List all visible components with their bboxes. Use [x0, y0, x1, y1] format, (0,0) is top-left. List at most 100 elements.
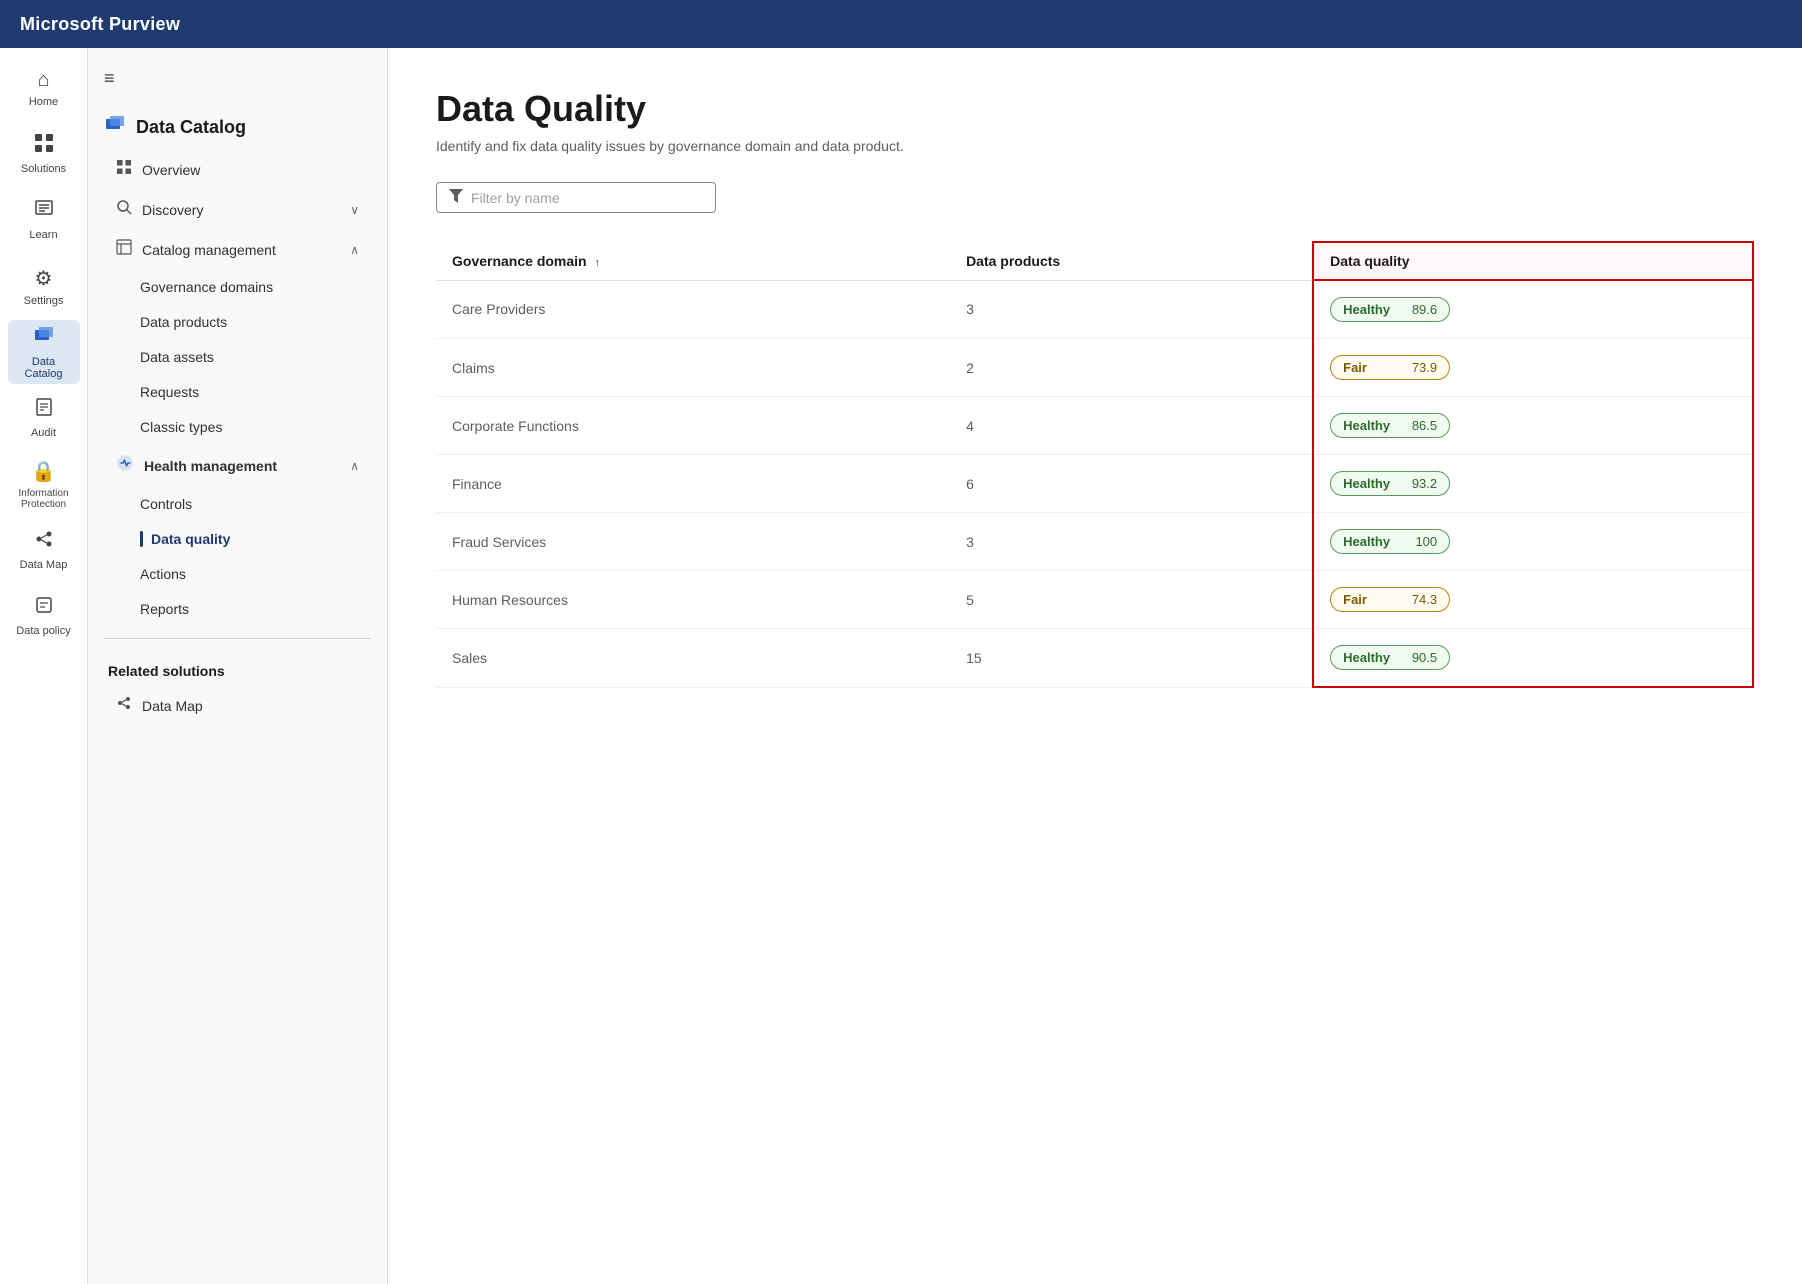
data-table: Governance domain ↑ Data products Data q… [436, 241, 1754, 688]
sidebar-item-settings-label: Settings [24, 295, 64, 307]
col-data-products: Data products [950, 242, 1313, 280]
table-row[interactable]: Sales15Healthy90.5 [436, 629, 1753, 688]
nav-item-data-products[interactable]: Data products [96, 305, 379, 339]
catalog-management-icon [116, 239, 132, 260]
related-solutions-label: Related solutions [88, 651, 387, 685]
nav-item-controls-label: Controls [140, 496, 192, 512]
nav-item-actions[interactable]: Actions [96, 557, 379, 591]
table-row[interactable]: Care Providers3Healthy89.6 [436, 280, 1753, 339]
cell-governance-domain: Finance [436, 455, 950, 513]
nav-item-discovery[interactable]: Discovery ∨ [96, 190, 379, 229]
nav-item-health-management-label: Health management [144, 458, 277, 474]
nav-item-reports[interactable]: Reports [96, 592, 379, 626]
nav-item-discovery-label: Discovery [142, 202, 203, 218]
cell-data-products: 5 [950, 571, 1313, 629]
cell-data-quality: Healthy 90.5 [1313, 629, 1753, 688]
cell-governance-domain: Corporate Functions [436, 397, 950, 455]
badge-score: 89.6 [1412, 302, 1437, 317]
data-map-icon [34, 529, 54, 555]
badge-label: Fair [1343, 360, 1367, 375]
sidebar-item-data-catalog-label: Data Catalog [12, 356, 76, 380]
quality-badge: Healthy100 [1330, 529, 1450, 554]
badge-label: Fair [1343, 592, 1367, 607]
discovery-icon [116, 199, 132, 220]
badge-label: Healthy [1343, 476, 1390, 491]
quality-badge: Fair74.3 [1330, 587, 1450, 612]
sidebar-item-home[interactable]: ⌂ Home [8, 56, 80, 120]
filter-bar [436, 182, 1754, 213]
data-catalog-icon [33, 324, 55, 352]
nav-item-governance-domains-label: Governance domains [140, 279, 273, 295]
page-subtitle: Identify and fix data quality issues by … [436, 138, 1754, 154]
sidebar-item-data-policy[interactable]: Data policy [8, 584, 80, 648]
badge-score: 90.5 [1412, 650, 1437, 665]
icon-sidebar: ⌂ Home Solutions Learn ⚙ Settings Data C… [0, 48, 88, 1284]
nav-item-catalog-management-label: Catalog management [142, 242, 276, 258]
table-row[interactable]: Corporate Functions4Healthy86.5 [436, 397, 1753, 455]
table-body: Care Providers3Healthy89.6Claims2Fair73.… [436, 280, 1753, 687]
sidebar-item-information-protection[interactable]: 🔒 Information Protection [8, 452, 80, 516]
hamburger-menu[interactable]: ≡ [104, 68, 115, 89]
table-row[interactable]: Finance6Healthy93.2 [436, 455, 1753, 513]
nav-item-data-assets-label: Data assets [140, 349, 214, 365]
nav-item-overview[interactable]: Overview [96, 150, 379, 189]
discovery-chevron-icon: ∨ [350, 203, 359, 217]
sidebar-item-data-catalog[interactable]: Data Catalog [8, 320, 80, 384]
nav-item-actions-label: Actions [140, 566, 186, 582]
solutions-icon [34, 133, 54, 159]
nav-item-data-map-related[interactable]: Data Map [96, 686, 379, 725]
nav-item-controls[interactable]: Controls [96, 487, 379, 521]
sidebar-item-settings[interactable]: ⚙ Settings [8, 254, 80, 318]
col-data-quality: Data quality [1313, 242, 1753, 280]
sidebar-item-audit[interactable]: Audit [8, 386, 80, 450]
badge-label: Healthy [1343, 534, 1390, 549]
cell-data-quality: Healthy 89.6 [1313, 280, 1753, 339]
sidebar-item-learn[interactable]: Learn [8, 188, 80, 252]
main-content: Data Quality Identify and fix data quali… [388, 48, 1802, 1284]
sidebar-item-solutions[interactable]: Solutions [8, 122, 80, 186]
page-title: Data Quality [436, 88, 1754, 130]
overview-icon [116, 159, 132, 180]
cell-data-products: 3 [950, 280, 1313, 339]
table-row[interactable]: Fraud Services3Healthy100 [436, 513, 1753, 571]
catalog-management-chevron-icon: ∧ [350, 243, 359, 257]
quality-badge: Healthy 89.6 [1330, 297, 1450, 322]
quality-badge: Healthy93.2 [1330, 471, 1450, 496]
nav-item-data-assets[interactable]: Data assets [96, 340, 379, 374]
badge-label: Healthy [1343, 302, 1390, 317]
health-management-chevron-icon: ∧ [350, 459, 359, 473]
cell-data-quality: Fair74.3 [1313, 571, 1753, 629]
filter-input-wrapper[interactable] [436, 182, 716, 213]
sidebar-item-data-map[interactable]: Data Map [8, 518, 80, 582]
nav-section-title-label: Data Catalog [136, 117, 246, 138]
cell-governance-domain: Claims [436, 339, 950, 397]
table-row[interactable]: Claims2 Fair73.9 [436, 339, 1753, 397]
active-indicator [140, 531, 143, 547]
cell-data-products: 4 [950, 397, 1313, 455]
data-policy-icon [34, 595, 54, 621]
sidebar-item-solutions-label: Solutions [21, 163, 66, 175]
nav-item-data-quality[interactable]: Data quality [96, 522, 379, 556]
nav-item-catalog-management[interactable]: Catalog management ∧ [96, 230, 379, 269]
table-header: Governance domain ↑ Data products Data q… [436, 242, 1753, 280]
nav-item-requests[interactable]: Requests [96, 375, 379, 409]
quality-badge: Fair73.9 [1330, 355, 1450, 380]
nav-item-health-management[interactable]: Health management ∧ [96, 445, 379, 486]
nav-item-reports-label: Reports [140, 601, 189, 617]
nav-item-data-quality-label: Data quality [151, 531, 230, 547]
nav-item-classic-types-label: Classic types [140, 419, 222, 435]
cell-data-products: 2 [950, 339, 1313, 397]
nav-item-requests-label: Requests [140, 384, 199, 400]
cell-data-quality: Fair73.9 [1313, 339, 1753, 397]
cell-governance-domain: Fraud Services [436, 513, 950, 571]
filter-input[interactable] [471, 190, 703, 206]
audit-icon [34, 397, 54, 423]
cell-data-quality: Healthy86.5 [1313, 397, 1753, 455]
nav-item-classic-types[interactable]: Classic types [96, 410, 379, 444]
settings-icon: ⚙ [35, 266, 53, 291]
nav-item-overview-label: Overview [142, 162, 200, 178]
nav-item-data-products-label: Data products [140, 314, 227, 330]
badge-label: Healthy [1343, 650, 1390, 665]
nav-item-governance-domains[interactable]: Governance domains [96, 270, 379, 304]
table-row[interactable]: Human Resources5Fair74.3 [436, 571, 1753, 629]
